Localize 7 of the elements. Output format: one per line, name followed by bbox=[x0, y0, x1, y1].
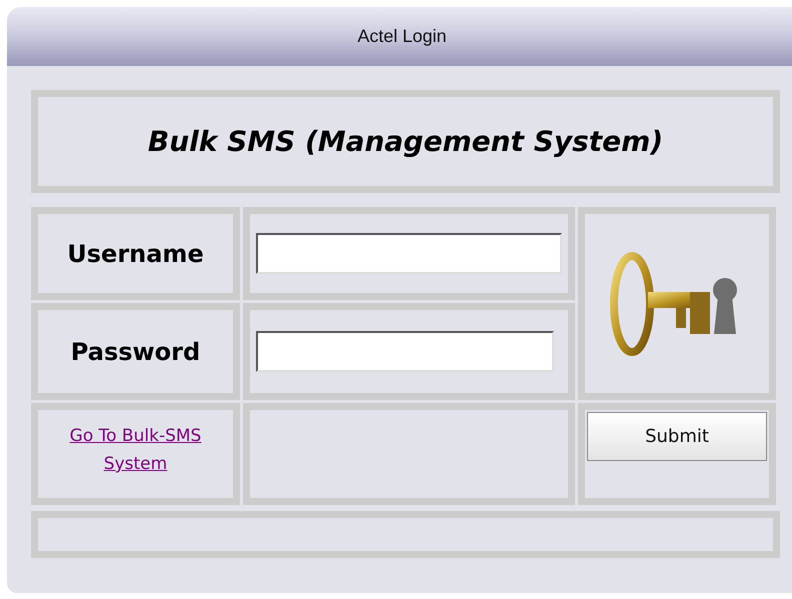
field-label: Username bbox=[67, 238, 204, 270]
field-label: Password bbox=[70, 336, 200, 368]
submit-button[interactable]: Submit bbox=[587, 412, 767, 461]
input-field[interactable] bbox=[256, 331, 554, 372]
heading: Bulk SMS (Management System) bbox=[148, 124, 664, 160]
input-field[interactable] bbox=[256, 233, 562, 274]
window-title: Actel Login bbox=[357, 25, 447, 48]
